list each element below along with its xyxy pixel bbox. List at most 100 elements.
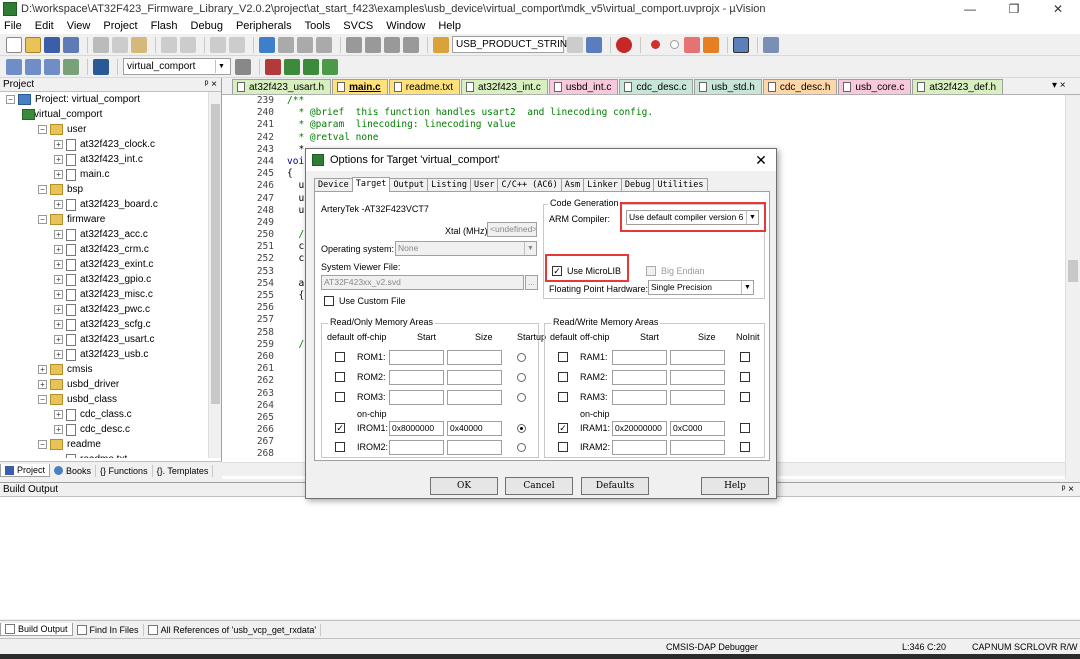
tree-file-item[interactable]: + at32f423_board.c — [0, 197, 208, 212]
tree-folder-item[interactable]: − user — [0, 122, 208, 137]
menu-file[interactable]: File — [4, 20, 22, 32]
select-packs-icon[interactable] — [303, 58, 319, 75]
minimize-button[interactable]: — — [948, 0, 992, 18]
rom-onchip-startup-radio[interactable] — [517, 424, 526, 433]
tree-folder-item[interactable]: − bsp — [0, 182, 208, 197]
expand-icon[interactable]: + — [54, 200, 63, 209]
ram-onchip-default-checkbox[interactable] — [558, 442, 568, 452]
rom-default-checkbox[interactable] — [335, 352, 345, 362]
xtal-field[interactable]: <undefined> — [487, 222, 537, 237]
rom-size-field[interactable] — [447, 350, 502, 365]
tab-project[interactable]: Project — [0, 464, 51, 477]
menu-view[interactable]: View — [67, 20, 91, 32]
navigate-back-icon[interactable] — [210, 36, 226, 53]
expand-icon[interactable]: + — [54, 335, 63, 344]
insert-breakpoint-icon[interactable] — [651, 40, 660, 49]
tab-templates[interactable]: {}. Templates — [153, 464, 214, 477]
menu-flash[interactable]: Flash — [151, 20, 178, 32]
tab-find-in-files[interactable]: Find In Files — [73, 623, 144, 636]
fp-hardware-select[interactable]: Single Precision ▼ — [648, 280, 754, 295]
copy-icon[interactable] — [112, 36, 128, 53]
rom-onchip-size-field[interactable] — [447, 440, 502, 455]
tree-project-item[interactable]: − Project: virtual_comport — [0, 92, 208, 107]
ram-start-field[interactable] — [612, 350, 667, 365]
defaults-button[interactable]: Defaults — [581, 477, 649, 495]
tree-folder-item[interactable]: − firmware — [0, 212, 208, 227]
expand-icon[interactable]: + — [54, 140, 63, 149]
window-layout-icon[interactable] — [733, 36, 749, 53]
menu-help[interactable]: Help — [438, 20, 461, 32]
find-icon[interactable] — [567, 36, 583, 53]
editor-tab[interactable]: cdc_desc.c — [619, 79, 694, 94]
build-icon[interactable] — [25, 58, 41, 75]
ram-start-field[interactable] — [612, 370, 667, 385]
tree-file-item[interactable]: + at32f423_usart.c — [0, 332, 208, 347]
help-button[interactable]: Help — [701, 477, 769, 495]
tree-file-item[interactable]: + cdc_class.c — [0, 407, 208, 422]
code-line[interactable]: * @retval none — [287, 132, 1057, 144]
new-file-icon[interactable] — [6, 36, 22, 53]
expand-icon[interactable]: + — [54, 170, 63, 179]
ram-onchip-noinit-checkbox[interactable] — [740, 423, 750, 433]
editor-tab[interactable]: at32f423_def.h — [912, 79, 1004, 94]
expand-icon[interactable]: + — [54, 425, 63, 434]
tree-project-item[interactable]: −virtual_comport — [0, 107, 208, 122]
target-select-combo[interactable]: virtual_comport ▼ — [123, 58, 231, 75]
ok-button[interactable]: OK — [430, 477, 498, 495]
manage-rte-icon[interactable] — [284, 58, 300, 75]
tab-debug[interactable]: Debug — [620, 178, 655, 192]
ram-size-field[interactable] — [670, 370, 725, 385]
collapse-icon[interactable]: − — [38, 395, 47, 404]
build-output-area[interactable] — [0, 497, 1080, 619]
tree-file-item[interactable]: + main.c — [0, 167, 208, 182]
editor-tab[interactable]: usb_core.c — [838, 79, 912, 94]
tree-file-item[interactable]: + at32f423_acc.c — [0, 227, 208, 242]
ram-onchip-start-field[interactable] — [612, 440, 667, 455]
unindent-icon[interactable] — [365, 36, 381, 53]
ram-default-checkbox[interactable] — [558, 372, 568, 382]
tab-books[interactable]: Books — [50, 464, 97, 477]
find-in-files-icon[interactable] — [433, 36, 449, 53]
indent-icon[interactable] — [346, 36, 362, 53]
expand-icon[interactable]: + — [54, 305, 63, 314]
find-combo[interactable]: USB_PRODUCT_STRING ▼ — [452, 36, 583, 53]
svf-field[interactable]: AT32F423xx_v2.svd — [321, 275, 524, 290]
editor-vertical-scrollbar[interactable] — [1065, 95, 1080, 479]
tree-folder-item[interactable]: + usbd_driver — [0, 377, 208, 392]
next-bookmark-icon[interactable] — [297, 36, 313, 53]
close-window-button[interactable]: ✕ — [1036, 0, 1080, 18]
comment-icon[interactable] — [384, 36, 400, 53]
collapse-icon[interactable]: − — [38, 185, 47, 194]
editor-tab[interactable]: at32f423_usart.h — [232, 79, 332, 94]
rom-start-field[interactable] — [389, 350, 444, 365]
tab-linker[interactable]: Linker — [583, 178, 622, 192]
rom-size-field[interactable] — [447, 370, 502, 385]
menu-tools[interactable]: Tools — [305, 20, 331, 32]
code-line[interactable]: /** — [287, 95, 1057, 107]
tree-folder-item[interactable]: − usbd_class — [0, 392, 208, 407]
menu-project[interactable]: Project — [103, 20, 137, 32]
expand-icon[interactable]: + — [54, 230, 63, 239]
rebuild-icon[interactable] — [44, 58, 60, 75]
tree-folder-item[interactable]: + cmsis — [0, 362, 208, 377]
ram-noinit-checkbox[interactable] — [740, 352, 750, 362]
os-select[interactable]: None ▼ — [395, 241, 537, 256]
tab-utilities[interactable]: Utilities — [653, 178, 708, 192]
menu-edit[interactable]: Edit — [35, 20, 54, 32]
tree-file-item[interactable]: + at32f423_misc.c — [0, 287, 208, 302]
rom-default-checkbox[interactable] — [335, 372, 345, 382]
ram-size-field[interactable] — [670, 350, 725, 365]
project-panel-pin-close[interactable]: ᵖ × — [205, 79, 221, 90]
navigate-forward-icon[interactable] — [229, 36, 245, 53]
expand-icon[interactable]: + — [54, 350, 63, 359]
tree-file-item[interactable]: + at32f423_usb.c — [0, 347, 208, 362]
configure-icon[interactable] — [763, 36, 779, 53]
code-line[interactable]: * @brief this function handles usart2 an… — [287, 107, 1057, 119]
ram-onchip-default-checkbox[interactable]: ✓ — [558, 423, 568, 433]
menu-debug[interactable]: Debug — [191, 20, 223, 32]
kill-breakpoints-icon[interactable] — [703, 36, 719, 53]
tree-folder-item[interactable]: − readme — [0, 437, 208, 452]
prev-bookmark-icon[interactable] — [278, 36, 294, 53]
target-options-icon[interactable] — [235, 58, 251, 75]
editor-tab[interactable]: usb_std.h — [694, 79, 762, 94]
